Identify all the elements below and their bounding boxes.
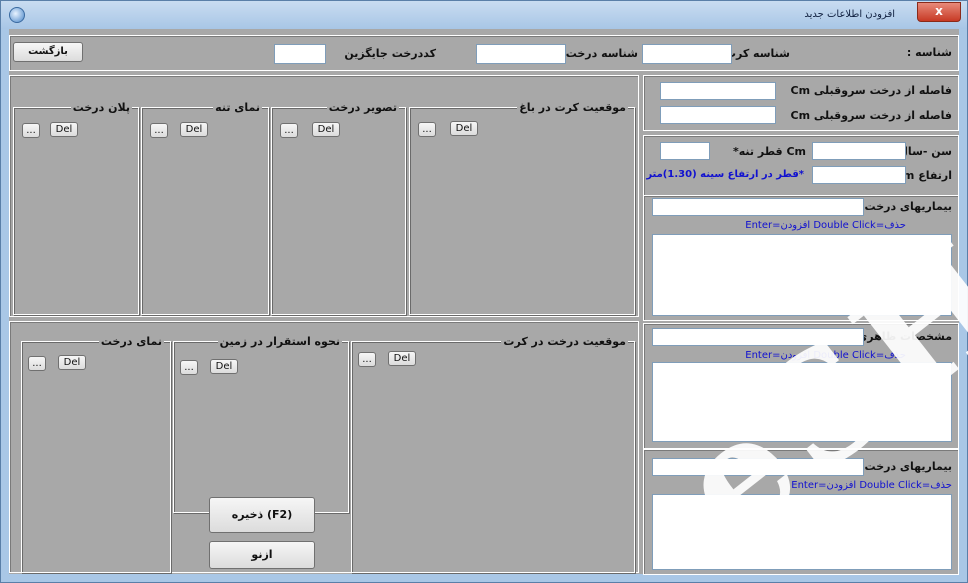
replace-code-input[interactable]	[274, 44, 326, 64]
frame-title: نحوه استقرار در زمین	[217, 335, 342, 348]
browse-button[interactable]: ...	[418, 122, 436, 137]
diseases-hint: حذف=Double Click افزودن=Enter	[745, 220, 906, 231]
delete-button[interactable]: Del	[58, 355, 86, 370]
east-distance-input[interactable]	[660, 106, 776, 124]
frame-title: نمای درخت	[98, 335, 164, 348]
frame-title: تصویر درخت	[326, 101, 399, 114]
frame-title: پلان درخت	[70, 101, 132, 114]
browse-button[interactable]: ...	[358, 352, 376, 367]
measures-panel: سن -سال Cm قطر تنه* ارتفاع m *قطر در ارت…	[643, 135, 959, 197]
back-button[interactable]: بازگشت	[13, 42, 83, 62]
header-panel: شناسه : شناسه کرت شناسه درخت کددرخت جایگ…	[9, 35, 959, 71]
trunk-diameter-input[interactable]	[660, 142, 710, 160]
diameter-note: *قطر در ارتفاع سینه (1.30)متر	[646, 169, 804, 180]
delete-button[interactable]: Del	[210, 359, 238, 374]
distance-panel: فاصله از درخت سروقبلی Cm فاصله از درخت س…	[643, 75, 959, 131]
delete-button[interactable]: Del	[50, 122, 78, 137]
frame-tree-location: موقعیت درخت در کرت ... Del	[351, 335, 635, 573]
age-input[interactable]	[812, 142, 906, 160]
id-label: شناسه :	[906, 46, 952, 59]
frame-title: موقعیت کرت در باغ	[517, 101, 628, 114]
card-id-input[interactable]	[642, 44, 732, 64]
frame-card-location: موقعیت کرت در باغ ... Del	[409, 101, 635, 315]
frame-tree-image: تصویر درخت ... Del	[271, 101, 406, 315]
delete-button[interactable]: Del	[388, 351, 416, 366]
west-distance-label: فاصله از درخت سروقبلی Cm	[790, 84, 952, 97]
browse-button[interactable]: ...	[22, 123, 40, 138]
close-button[interactable]: x	[917, 2, 961, 22]
age-label: سن -سال	[898, 145, 952, 158]
replace-code-label: کددرخت جایگزین	[344, 47, 436, 60]
east-distance-label: فاصله از درخت سروقبلی Cm	[790, 109, 952, 122]
delete-button[interactable]: Del	[450, 121, 478, 136]
card-id-label: شناسه کرت	[724, 47, 790, 60]
frame-trunk-view: نمای تنه ... Del	[141, 101, 269, 315]
frame-ground-placement: نحوه استقرار در زمین ... Del	[173, 335, 349, 513]
app-icon	[9, 7, 25, 23]
frame-title: نمای تنه	[213, 101, 262, 114]
tree-id-input[interactable]	[476, 44, 566, 64]
window: افزودن اطلاعات جدید x شناسه : شناسه کرت …	[0, 0, 968, 583]
browse-button[interactable]: ...	[28, 356, 46, 371]
browse-button[interactable]: ...	[150, 123, 168, 138]
height-input[interactable]	[812, 166, 906, 184]
delete-button[interactable]: Del	[180, 122, 208, 137]
browse-button[interactable]: ...	[180, 360, 198, 375]
frame-tree-view: نمای درخت ... Del	[21, 335, 171, 573]
frame-title: موقعیت درخت در کرت	[501, 335, 628, 348]
title-bar[interactable]: افزودن اطلاعات جدید x	[1, 1, 967, 29]
trunk-diameter-label: Cm قطر تنه*	[732, 145, 806, 158]
browse-button[interactable]: ...	[280, 123, 298, 138]
west-distance-input[interactable]	[660, 82, 776, 100]
save-button[interactable]: ذخیره (F2)	[209, 497, 315, 533]
delete-button[interactable]: Del	[312, 122, 340, 137]
tree-id-label: شناسه درخت	[565, 47, 638, 60]
window-title: افزودن اطلاعات جدید	[804, 9, 895, 20]
frame-tree-plan: پلان درخت ... Del	[13, 101, 139, 315]
height-label: ارتفاع m	[902, 169, 952, 182]
reset-button[interactable]: ازنو	[209, 541, 315, 569]
diseases-input[interactable]	[652, 198, 864, 216]
